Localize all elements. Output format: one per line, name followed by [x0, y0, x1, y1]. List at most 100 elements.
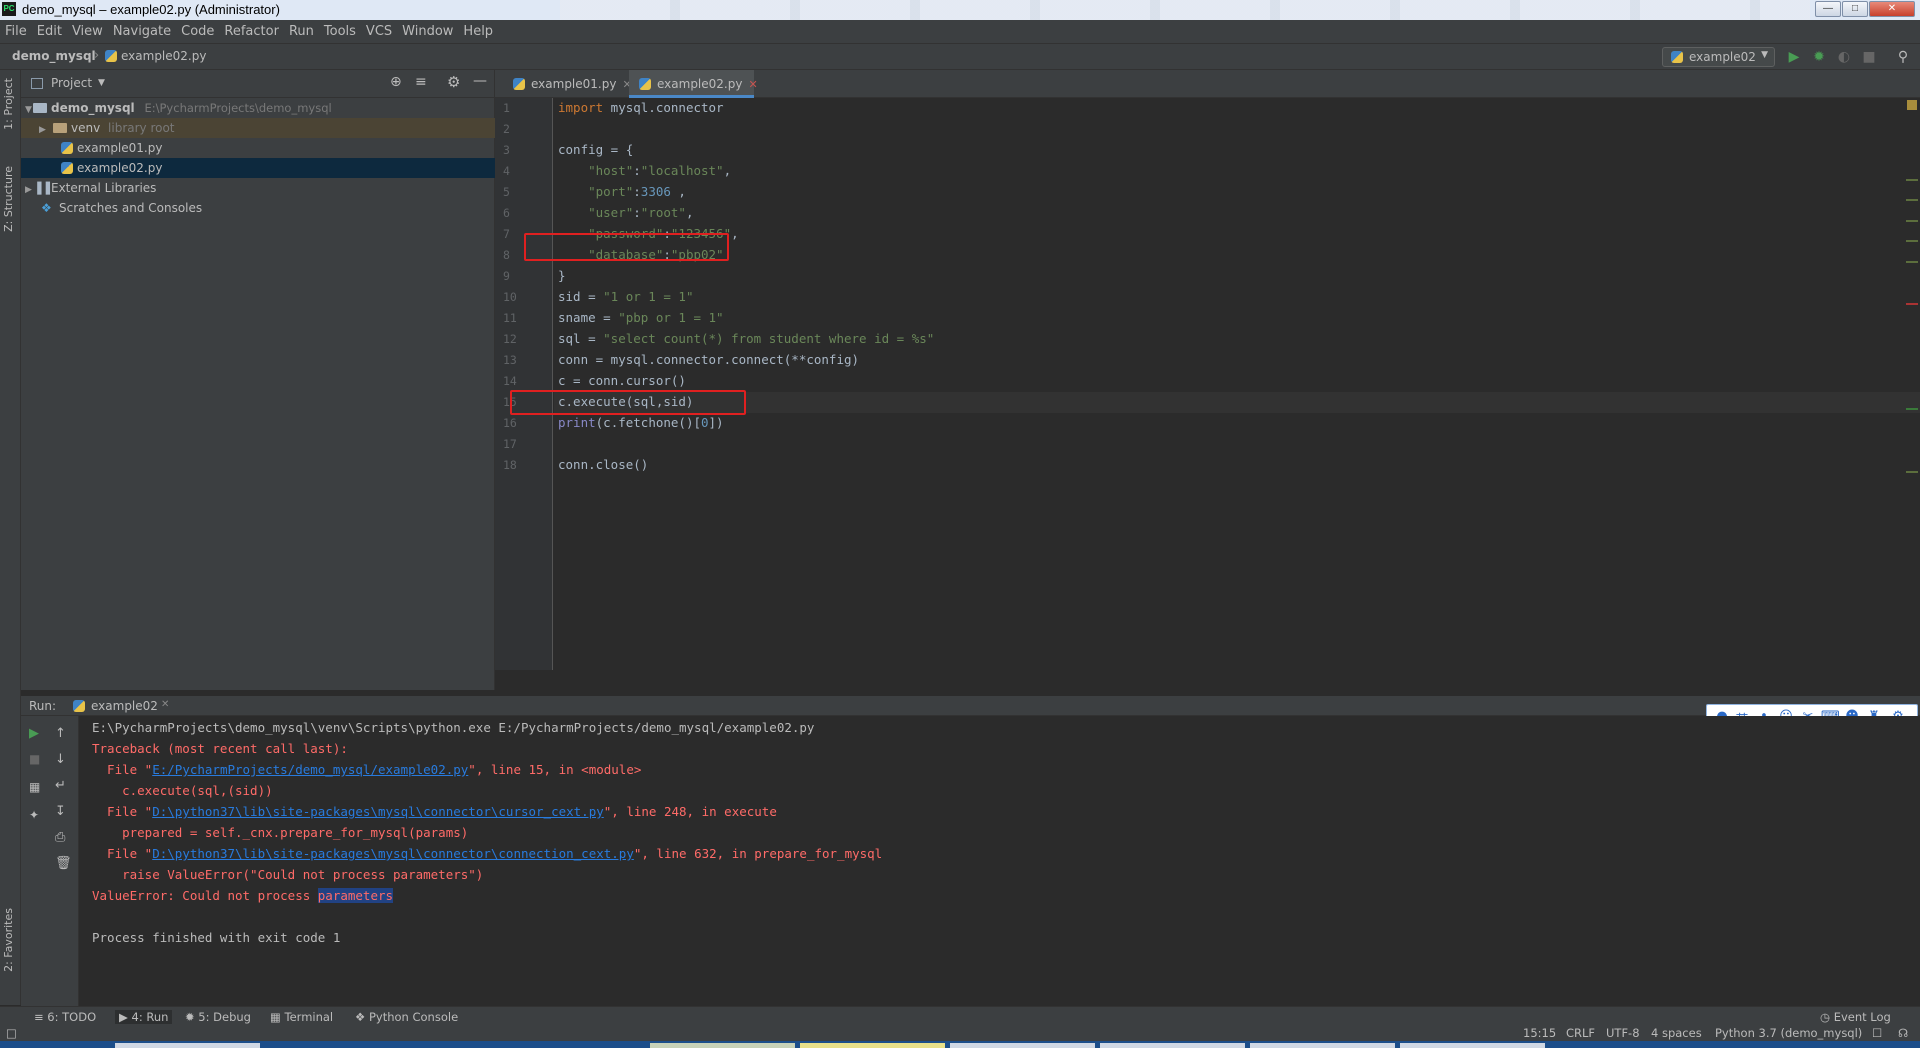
coverage-icon[interactable]: ◐ — [1834, 47, 1854, 67]
run-icon[interactable]: ▶ — [1784, 47, 1804, 67]
breadcrumb-project[interactable]: demo_mysql — [12, 49, 96, 63]
line-number: 5 — [503, 185, 510, 199]
taskbar-app[interactable] — [800, 1043, 945, 1048]
menu-file[interactable]: File — [0, 20, 32, 39]
line-number: 4 — [503, 164, 510, 178]
search-icon[interactable]: ⚲ — [1893, 47, 1913, 67]
tree-item-venv[interactable]: ▶ venv library root — [21, 118, 495, 138]
todo-tool-button[interactable]: ≡ 6: TODO — [34, 1010, 96, 1024]
run-configuration-select[interactable]: example02 ▼ — [1662, 47, 1775, 67]
scrollbar-marker[interactable] — [1906, 471, 1918, 473]
caret-position[interactable]: 15:15 — [1523, 1026, 1556, 1040]
project-tool-tab[interactable]: 1: Project — [2, 78, 15, 130]
maximize-button[interactable]: □ — [1842, 1, 1868, 17]
run-console-output[interactable]: E:\PycharmProjects\demo_mysql\venv\Scrip… — [79, 716, 1920, 1006]
chevron-down-icon[interactable]: ▼ — [98, 78, 105, 88]
scrollbar-marker[interactable] — [1906, 408, 1918, 410]
tab-example02[interactable]: example02.py ✕ — [629, 70, 758, 98]
python-file-icon — [639, 78, 651, 90]
taskbar-app[interactable] — [115, 1043, 260, 1048]
python-icon — [73, 700, 85, 712]
menu-navigate[interactable]: Navigate — [108, 20, 176, 39]
trash-icon[interactable]: 🗑 — [55, 856, 72, 871]
tree-item-example01[interactable]: example01.py — [21, 138, 495, 158]
menu-vcs[interactable]: VCS — [361, 20, 397, 39]
taskbar-app[interactable] — [950, 1043, 1095, 1048]
tree-item-project-root[interactable]: ▼ demo_mysql E:\PycharmProjects\demo_mysq… — [21, 98, 495, 118]
terminal-tool-button[interactable]: ▦ Terminal — [270, 1010, 333, 1024]
close-tab-icon[interactable]: ✕ — [161, 699, 169, 710]
taskbar-app[interactable] — [1400, 1043, 1545, 1048]
run-panel-label: Run: — [29, 699, 57, 713]
menu-edit[interactable]: Edit — [32, 20, 67, 39]
status-toggle-icon[interactable]: □ — [6, 1026, 17, 1040]
close-window-button[interactable]: ✕ — [1869, 1, 1915, 17]
traceback-file-link[interactable]: E:/PycharmProjects/demo_mysql/example02.… — [152, 762, 468, 777]
stop-icon[interactable]: ■ — [1859, 47, 1879, 67]
scroll-to-end-icon[interactable]: ↧ — [55, 804, 66, 819]
tree-item-example02[interactable]: example02.py — [21, 158, 495, 178]
tree-item-label: example01.py — [77, 141, 163, 155]
tab-label: example01.py — [531, 77, 617, 91]
rerun-icon[interactable]: ▶ — [29, 726, 39, 741]
structure-tool-tab[interactable]: Z: Structure — [2, 166, 15, 232]
inspection-warning-icon[interactable] — [1907, 100, 1917, 110]
traceback-file-link[interactable]: D:\python37\lib\site-packages\mysql\conn… — [152, 846, 634, 861]
tree-item-external-libraries[interactable]: ▶▐▐External Libraries — [21, 178, 495, 198]
stop-icon[interactable]: ■ — [29, 752, 40, 766]
tree-item-scratches[interactable]: ❖ Scratches and Consoles — [21, 198, 495, 218]
pin-icon[interactable]: ✦ — [29, 808, 39, 822]
menu-refactor[interactable]: Refactor — [219, 20, 284, 39]
scrollbar-error-marker[interactable] — [1906, 303, 1918, 305]
arrow-up-icon[interactable]: ↑ — [55, 726, 66, 741]
line-separator[interactable]: CRLF — [1566, 1026, 1595, 1040]
folder-icon — [53, 123, 67, 133]
restore-layout-icon[interactable]: ▦ — [29, 780, 40, 794]
traceback-file-link[interactable]: D:\python37\lib\site-packages\mysql\conn… — [152, 804, 604, 819]
taskbar-app[interactable] — [650, 1043, 795, 1048]
locate-target-icon[interactable]: ⊕ — [390, 74, 402, 90]
menu-view[interactable]: View — [67, 20, 108, 39]
run-tab-example02[interactable]: example02 — [91, 699, 158, 713]
chevron-down-icon: ▼ — [1761, 50, 1768, 60]
notifications-icon[interactable]: ☊ — [1898, 1026, 1908, 1040]
scrollbar-marker[interactable] — [1906, 261, 1918, 263]
python-console-tool-button[interactable]: ❖ Python Console — [355, 1010, 458, 1024]
scrollbar-marker[interactable] — [1906, 199, 1918, 201]
menu-bar: File Edit View Navigate Code Refactor Run Tools… — [0, 20, 1920, 44]
soft-wrap-icon[interactable]: ↵ — [55, 778, 66, 793]
file-encoding[interactable]: UTF-8 — [1606, 1026, 1640, 1040]
menu-run[interactable]: Run — [284, 20, 319, 39]
code-line: conn = mysql.connector.connect(**config) — [558, 352, 860, 367]
favorites-tool-tab[interactable]: 2: Favorites — [2, 908, 15, 972]
print-icon[interactable]: ⎙ — [55, 830, 65, 845]
scrollbar-marker[interactable] — [1906, 240, 1918, 242]
debug-icon[interactable]: ✹ — [1809, 47, 1829, 67]
indent-setting[interactable]: 4 spaces — [1651, 1026, 1702, 1040]
scrollbar-marker[interactable] — [1906, 220, 1918, 222]
python-interpreter[interactable]: Python 3.7 (demo_mysql) — [1715, 1026, 1862, 1040]
debug-tool-button[interactable]: ✹ 5: Debug — [185, 1010, 251, 1024]
taskbar-app[interactable] — [1250, 1043, 1395, 1048]
lock-icon[interactable]: ☐ — [1872, 1026, 1882, 1040]
run-tool-button[interactable]: ▶ 4: Run — [115, 1010, 173, 1024]
tab-example01[interactable]: example01.py ✕ — [503, 70, 632, 98]
tree-item-label: venv — [71, 121, 101, 135]
taskbar-app[interactable] — [1100, 1043, 1245, 1048]
scrollbar-marker[interactable] — [1906, 179, 1918, 181]
menu-window[interactable]: Window — [397, 20, 458, 39]
menu-help[interactable]: Help — [458, 20, 498, 39]
breadcrumb-file[interactable]: example02.py — [105, 49, 206, 63]
arrow-down-icon[interactable]: ↓ — [55, 752, 66, 767]
collapse-all-icon[interactable]: ≡ — [415, 74, 427, 90]
hide-panel-icon[interactable]: — — [473, 73, 487, 89]
event-log-button[interactable]: ◷ Event Log — [1820, 1010, 1891, 1024]
breadcrumb-separator: › — [94, 48, 100, 63]
gear-icon[interactable]: ⚙ — [447, 73, 460, 91]
code-editor[interactable]: 1 2 3 4 5 6 7 8 9 10 11 12 13 14 15 16 17 18 import mysql… — [495, 98, 1920, 670]
minimize-button[interactable]: — — [1815, 1, 1841, 17]
project-panel-title[interactable]: Project — [51, 76, 92, 90]
menu-tools[interactable]: Tools — [319, 20, 361, 39]
close-tab-icon[interactable]: ✕ — [748, 78, 757, 91]
menu-code[interactable]: Code — [176, 20, 219, 39]
